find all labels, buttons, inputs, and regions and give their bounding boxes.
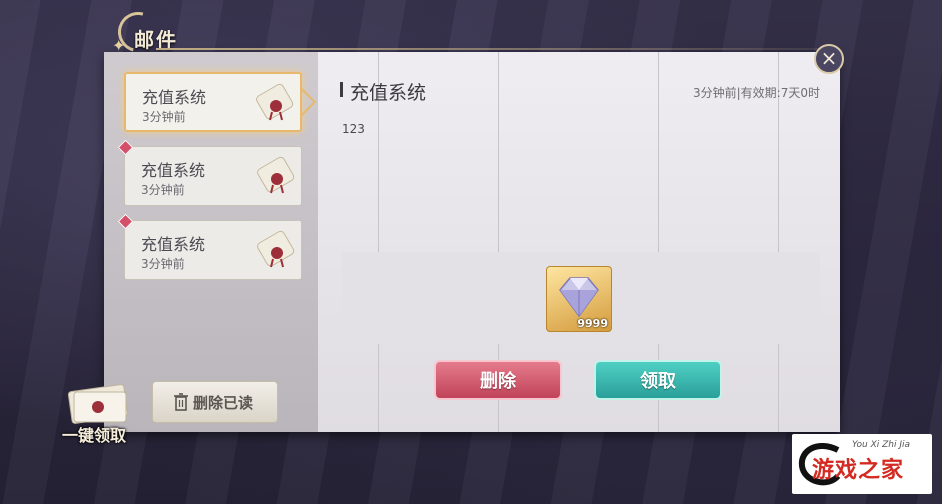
reward-quantity: 9999 bbox=[577, 317, 608, 330]
mail-title: 充值系统 bbox=[142, 88, 207, 107]
letter-stack-icon bbox=[67, 384, 129, 424]
mail-time: 3分钟前 bbox=[141, 257, 185, 271]
detail-title: 充值系统 bbox=[350, 82, 427, 104]
mail-title: 充值系统 bbox=[141, 161, 206, 180]
close-button[interactable]: × bbox=[814, 44, 844, 74]
unread-marker-icon bbox=[117, 139, 134, 156]
mail-list: 充值系统 3分钟前 充值系统 3分钟前 充值系统 3分钟前 bbox=[104, 52, 319, 432]
scroll-letter-icon bbox=[257, 156, 295, 194]
detail-meta: 3分钟前|有效期:7天0时 bbox=[693, 86, 820, 100]
mail-panel: 充值系统 3分钟前 充值系统 3分钟前 充值系统 3分钟前 充值系统 3分钟前|… bbox=[104, 52, 840, 432]
watermark-subtext: You Xi Zhi Jia bbox=[852, 440, 911, 450]
reward-area: 9999 bbox=[342, 252, 820, 344]
one-click-claim-label: 一键领取 bbox=[62, 426, 127, 445]
delete-button[interactable]: 删除 bbox=[434, 360, 562, 400]
mail-list-item[interactable]: 充值系统 3分钟前 bbox=[124, 72, 317, 132]
scroll-letter-icon bbox=[257, 230, 295, 268]
detail-body: 123 bbox=[342, 122, 365, 136]
mail-time: 3分钟前 bbox=[142, 110, 186, 124]
title-marker bbox=[340, 82, 343, 97]
reward-item[interactable]: 9999 bbox=[546, 266, 612, 332]
watermark-text: 游戏之家 bbox=[812, 458, 905, 483]
decor-line bbox=[378, 52, 379, 432]
one-click-claim-button[interactable]: 一键领取 bbox=[58, 380, 138, 445]
watermark-logo: You Xi Zhi Jia 游戏之家 bbox=[792, 434, 932, 494]
unread-marker-icon bbox=[117, 213, 134, 230]
mail-title: 充值系统 bbox=[141, 235, 206, 254]
mail-time: 3分钟前 bbox=[141, 183, 185, 197]
mail-list-item[interactable]: 充值系统 3分钟前 bbox=[117, 213, 302, 280]
delete-read-button[interactable]: 删除已读 bbox=[152, 381, 278, 423]
close-icon: × bbox=[820, 46, 838, 70]
window-header: ✦ 邮件 bbox=[106, 4, 836, 60]
decor-line bbox=[778, 52, 779, 432]
mail-detail: 充值系统 3分钟前|有效期:7天0时 123 9999 删除 领取 bbox=[318, 52, 840, 432]
delete-read-label: 删除已读 bbox=[193, 394, 254, 412]
trash-icon bbox=[174, 393, 188, 411]
header-divider bbox=[156, 48, 836, 50]
mail-list-item[interactable]: 充值系统 3分钟前 bbox=[117, 139, 302, 206]
claim-button[interactable]: 领取 bbox=[594, 360, 722, 400]
